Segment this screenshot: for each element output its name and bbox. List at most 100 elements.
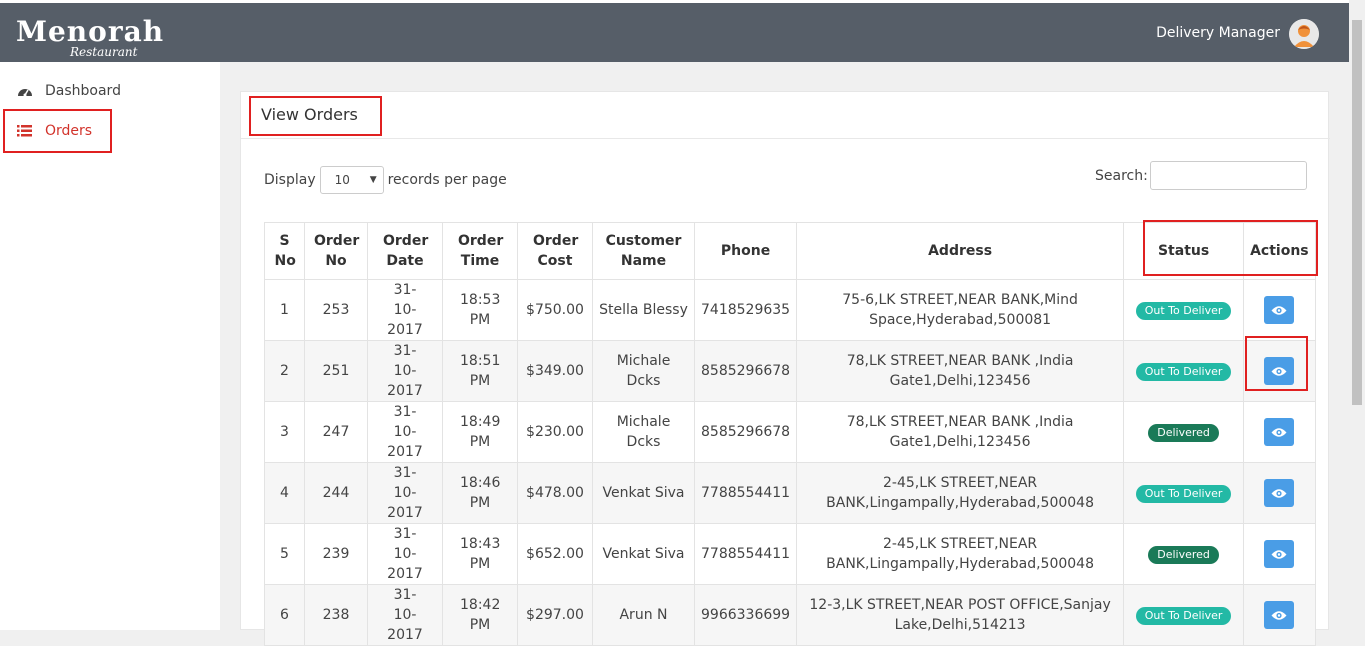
eye-icon <box>1271 427 1287 438</box>
view-order-button[interactable] <box>1264 357 1295 385</box>
cell-order-no: 244 <box>304 462 368 524</box>
user-name[interactable]: Delivery Manager <box>1156 25 1280 41</box>
list-icon <box>17 125 37 137</box>
app-logo[interactable]: Menorah <box>16 15 164 48</box>
dashboard-icon <box>17 84 37 98</box>
cell-status: Delivered <box>1123 401 1245 463</box>
page-size-control: Display 10 ▼ records per page <box>264 165 507 195</box>
status-badge: Out To Deliver <box>1135 607 1232 625</box>
cell-customer-name: Michale Dcks <box>592 401 695 463</box>
caret-down-icon: ▼ <box>369 175 377 185</box>
status-badge: Delivered <box>1148 424 1219 442</box>
cell-customer-name: Venkat Siva <box>592 523 695 585</box>
cell-status: Delivered <box>1123 523 1245 585</box>
column-header[interactable]: Order Date <box>367 222 443 280</box>
cell-address: 78,LK STREET,NEAR BANK ,India Gate1,Delhi… <box>796 340 1125 402</box>
scrollbar-thumb[interactable] <box>1352 20 1362 405</box>
cell-sno: 1 <box>264 279 305 341</box>
cell-order-date: 31-10-2017 <box>367 340 443 402</box>
logo-subtitle: Restaurant <box>70 45 138 59</box>
cell-order-time: 18:43 PM <box>442 523 518 585</box>
cell-phone: 9966336699 <box>693 584 798 646</box>
column-header[interactable]: Phone <box>693 222 798 280</box>
cell-status: Out To Deliver <box>1123 279 1245 341</box>
cell-customer-name: Michale Dcks <box>592 340 695 402</box>
cell-order-date: 31-10-2017 <box>367 584 443 646</box>
column-header[interactable]: Order Cost <box>517 222 593 280</box>
cell-address: 78,LK STREET,NEAR BANK ,India Gate1,Delhi… <box>796 401 1125 463</box>
sidebar-item-orders[interactable]: Orders <box>0 113 220 149</box>
orders-table: S No Order No Order Date Order Time Orde… <box>264 222 1316 646</box>
cell-actions <box>1243 279 1316 341</box>
cell-sno: 6 <box>264 584 305 646</box>
sidebar-item-dashboard[interactable]: Dashboard <box>0 73 220 109</box>
page-size-select[interactable]: 10 ▼ <box>319 166 384 194</box>
eye-icon <box>1271 488 1287 499</box>
cell-customer-name: Stella Blessy <box>592 279 695 341</box>
table-row: 6 238 31-10-2017 18:42 PM $297.00 Arun N 99663… <box>264 584 1316 646</box>
view-order-button[interactable] <box>1264 540 1295 568</box>
cell-sno: 3 <box>264 401 305 463</box>
cell-phone: 7788554411 <box>693 462 798 524</box>
cell-actions <box>1243 523 1316 585</box>
cell-order-cost: $297.00 <box>517 584 593 646</box>
sidebar: Dashboard Orders <box>0 62 220 630</box>
cell-order-cost: $478.00 <box>517 462 593 524</box>
orders-panel: View Orders Display 10 ▼ records per pag… <box>240 91 1330 646</box>
sidebar-item-label: Dashboard <box>45 83 121 99</box>
view-order-button[interactable] <box>1264 479 1295 507</box>
divider <box>241 138 1330 139</box>
eye-icon <box>1271 366 1287 377</box>
cell-order-time: 18:42 PM <box>442 584 518 646</box>
cell-order-no: 247 <box>304 401 368 463</box>
column-header[interactable]: Status <box>1123 222 1245 280</box>
search-label: Search: <box>1095 168 1148 184</box>
table-row: 1 253 31-10-2017 18:53 PM $750.00 Stella Bles… <box>264 279 1316 341</box>
logo-text: Menorah <box>16 15 165 48</box>
cell-address: 2-45,LK STREET,NEAR BANK,Lingampally,Hyde… <box>796 523 1125 585</box>
status-badge: Delivered <box>1148 546 1219 564</box>
cell-status: Out To Deliver <box>1123 584 1245 646</box>
column-header[interactable]: Address <box>796 222 1125 280</box>
column-header[interactable]: Order Time <box>442 222 518 280</box>
cell-order-time: 18:53 PM <box>442 279 518 341</box>
eye-icon <box>1271 305 1287 316</box>
status-badge: Out To Deliver <box>1135 363 1232 381</box>
sidebar-item-label: Orders <box>45 123 93 139</box>
table-row: 3 247 31-10-2017 18:49 PM $230.00 Michale Dck… <box>264 401 1316 463</box>
cell-order-no: 251 <box>304 340 368 402</box>
column-header[interactable]: S No <box>264 222 305 280</box>
cell-order-cost: $750.00 <box>517 279 593 341</box>
avatar[interactable] <box>1289 19 1319 49</box>
cell-actions <box>1243 401 1316 463</box>
column-header[interactable]: Order No <box>304 222 368 280</box>
cell-status: Out To Deliver <box>1123 340 1245 402</box>
status-badge: Out To Deliver <box>1135 302 1232 320</box>
view-order-button[interactable] <box>1264 296 1295 324</box>
cell-sno: 5 <box>264 523 305 585</box>
table-row: 2 251 31-10-2017 18:51 PM $349.00 Michale Dck… <box>264 340 1316 402</box>
cell-address: 2-45,LK STREET,NEAR BANK,Lingampally,Hyde… <box>796 462 1125 524</box>
cell-sno: 2 <box>264 340 305 402</box>
cell-actions <box>1243 340 1316 402</box>
eye-icon <box>1271 610 1287 621</box>
page-scrollbar[interactable] <box>1349 0 1365 630</box>
cell-customer-name: Venkat Siva <box>592 462 695 524</box>
column-header[interactable]: Customer Name <box>592 222 695 280</box>
table-header-row: S No Order No Order Date Order Time Orde… <box>264 222 1316 280</box>
cell-address: 12-3,LK STREET,NEAR POST OFFICE,Sanjay La… <box>796 584 1125 646</box>
cell-order-date: 31-10-2017 <box>367 279 443 341</box>
cell-actions <box>1243 462 1316 524</box>
table-row: 4 244 31-10-2017 18:46 PM $478.00 Venkat Siva… <box>264 462 1316 524</box>
cell-order-date: 31-10-2017 <box>367 462 443 524</box>
cell-phone: 8585296678 <box>693 340 798 402</box>
cell-order-no: 253 <box>304 279 368 341</box>
table-row: 5 239 31-10-2017 18:43 PM $652.00 Venkat Siva… <box>264 523 1316 585</box>
view-order-button[interactable] <box>1264 418 1295 446</box>
view-order-button[interactable] <box>1264 601 1295 629</box>
status-badge: Out To Deliver <box>1135 485 1232 503</box>
display-label: Display <box>264 172 316 188</box>
cell-order-date: 31-10-2017 <box>367 523 443 585</box>
search-input[interactable] <box>1150 161 1307 190</box>
cell-order-cost: $349.00 <box>517 340 593 402</box>
